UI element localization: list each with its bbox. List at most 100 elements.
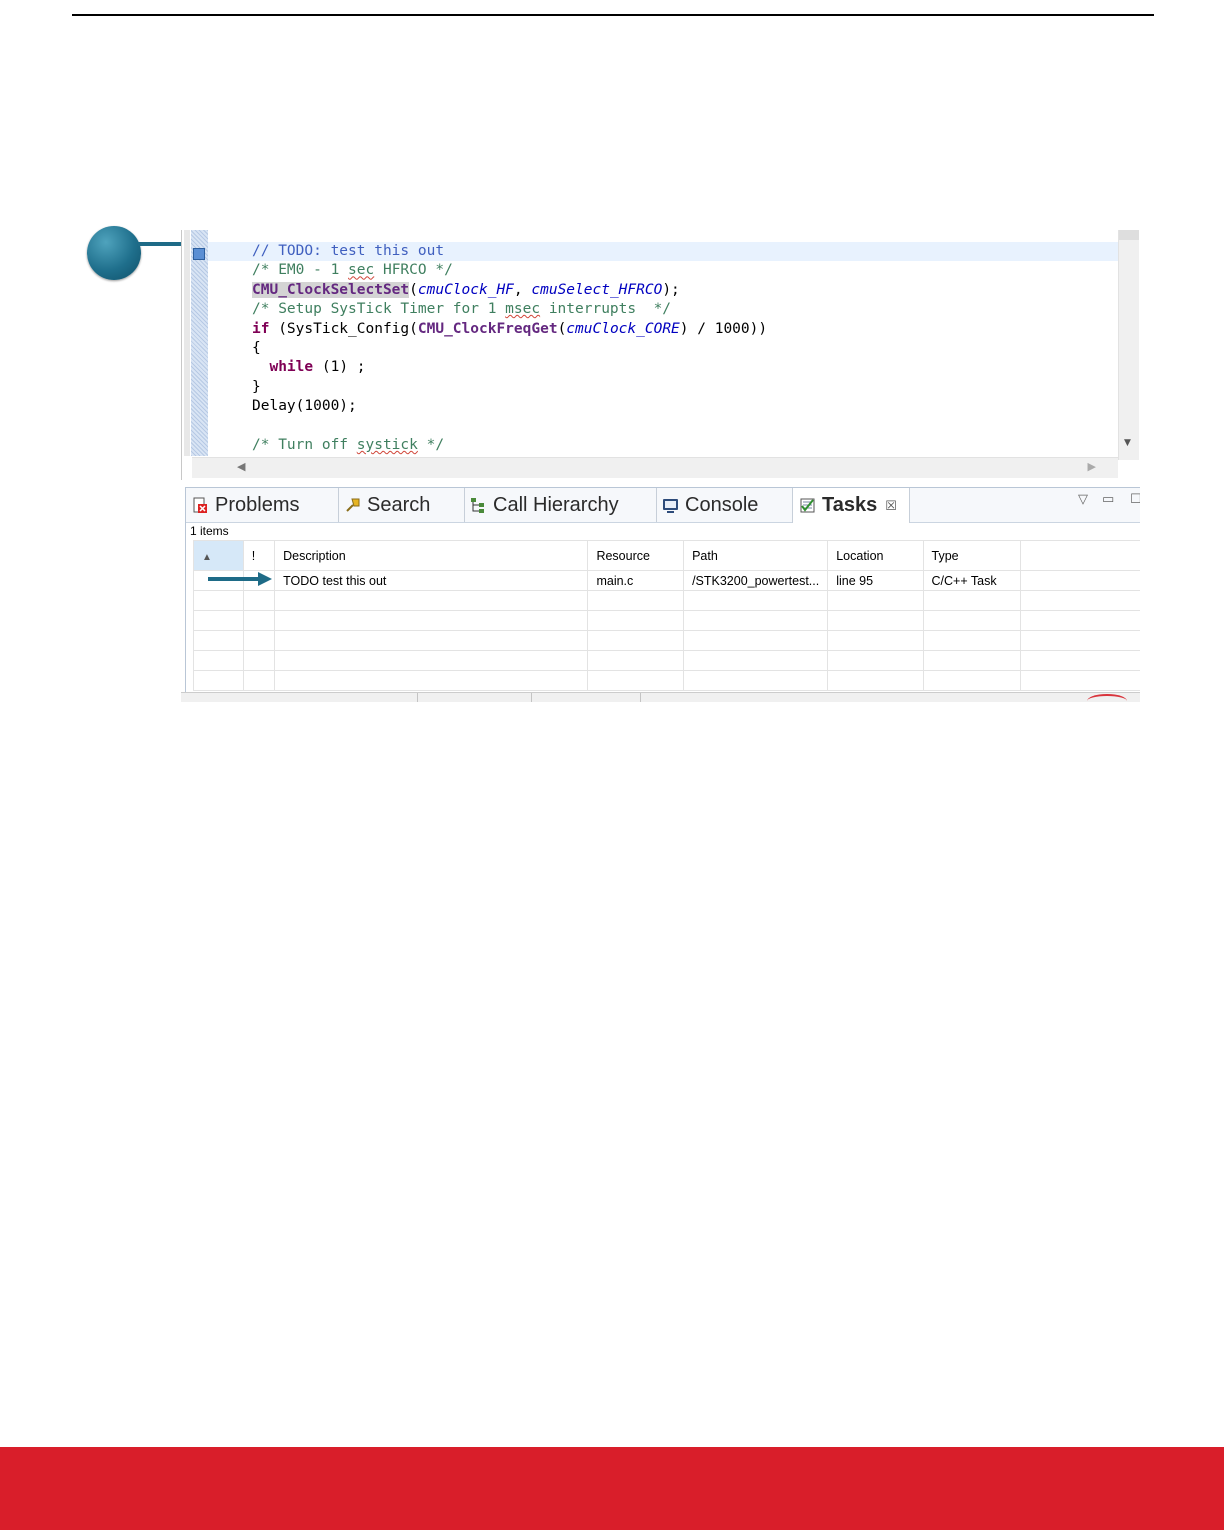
column-header-path[interactable]: Path	[683, 540, 829, 571]
bottom-views-panel: Problems Search Call Hierarchy Console T…	[185, 487, 1140, 697]
editor-overview-ruler[interactable]	[191, 230, 208, 456]
code-line[interactable]: }	[252, 378, 1118, 397]
column-header-filler	[1019, 540, 1140, 571]
code-token: (	[409, 281, 418, 298]
status-indicator-icon	[1087, 694, 1127, 702]
code-text[interactable]: // TODO: test this out /* EM0 - 1 sec HFR…	[208, 242, 1118, 455]
page-top-rule	[72, 14, 1154, 16]
ide-screenshot: // TODO: test this out /* EM0 - 1 sec HFR…	[181, 230, 1140, 702]
view-tab-bar: Problems Search Call Hierarchy Console T…	[186, 488, 1140, 523]
code-token: // TODO: test this out	[252, 243, 445, 259]
tab-label: Tasks	[822, 494, 878, 516]
table-row-empty	[193, 590, 1140, 611]
tab-label: Call Hierarchy	[493, 493, 619, 516]
status-bar	[181, 692, 1140, 702]
view-menu-icon[interactable]: ▽	[1078, 492, 1088, 507]
items-count-label: 1 items	[190, 524, 229, 538]
code-token: CMU_ClockFreqGet	[417, 320, 558, 337]
code-token: systick	[356, 436, 418, 453]
code-line[interactable]: while (1) ;	[252, 358, 1118, 377]
callout-arrow-icon	[208, 572, 272, 586]
code-line[interactable]: /* Turn off systick */	[252, 436, 1118, 455]
tab-search[interactable]: Search	[338, 488, 465, 522]
table-row-empty	[193, 630, 1140, 651]
callout-marker	[87, 226, 141, 280]
task-marker-icon[interactable]	[193, 248, 205, 260]
code-token: /* EM0 - 1	[252, 262, 349, 279]
task-filler-cell	[1019, 570, 1140, 591]
close-tab-icon[interactable]: ☒	[885, 498, 897, 514]
search-icon	[346, 498, 360, 512]
table-row-empty	[193, 610, 1140, 631]
table-row[interactable]: TODO test this out main.c /STK3200_power…	[193, 570, 1140, 591]
code-editor[interactable]: // TODO: test this out /* EM0 - 1 sec HFR…	[181, 230, 1140, 480]
tab-label: Console	[685, 493, 759, 516]
code-token: CMU_ClockSelectSet	[252, 281, 410, 298]
tab-console[interactable]: Console	[656, 488, 793, 522]
code-token: interrupts */	[540, 301, 672, 318]
code-token: while	[269, 359, 314, 376]
task-resource-cell: main.c	[587, 570, 685, 591]
code-line[interactable]: /* EM0 - 1 sec HFRCO */	[252, 261, 1118, 280]
column-header-type[interactable]: Type	[922, 540, 1021, 571]
code-token: cmuClock_HF	[417, 281, 514, 298]
sort-ascending-icon: ▲	[202, 551, 212, 563]
column-header-description[interactable]: Description	[274, 540, 589, 571]
tab-tasks[interactable]: Tasks ☒	[792, 488, 910, 523]
code-token: );	[662, 281, 680, 298]
tab-label: Search	[367, 493, 431, 516]
task-description-cell: TODO test this out	[274, 570, 589, 591]
code-token: */	[417, 436, 445, 453]
code-token: (1) ;	[313, 359, 366, 376]
editor-left-gutter	[184, 230, 190, 456]
code-token: /* Turn off	[252, 436, 357, 453]
code-line[interactable]: /* Setup SysTick Timer for 1 msec interr…	[252, 300, 1118, 319]
scroll-thumb[interactable]	[1119, 230, 1139, 240]
console-icon	[663, 498, 678, 513]
code-token: HFRCO */	[374, 262, 453, 279]
scroll-right-arrow-icon[interactable]: ▶	[1088, 460, 1096, 473]
task-location-cell: line 95	[827, 570, 924, 591]
scroll-left-arrow-icon[interactable]: ◀	[237, 460, 245, 473]
code-line[interactable]: // TODO: test this out	[208, 242, 1118, 262]
code-token: (	[557, 320, 567, 337]
code-token: /* Setup SysTick Timer for 1	[252, 301, 506, 318]
code-token: cmuClock_CORE	[566, 320, 680, 337]
editor-vertical-scrollbar[interactable]: ▼	[1118, 230, 1139, 460]
tasks-table: ▲ ! Description Resource Path Location T…	[193, 540, 1140, 691]
tab-problems[interactable]: Problems	[186, 488, 339, 522]
column-header-priority[interactable]: !	[242, 540, 276, 571]
table-header-row: ▲ ! Description Resource Path Location T…	[193, 540, 1140, 571]
column-header-resource[interactable]: Resource	[587, 540, 685, 571]
column-header-location[interactable]: Location	[827, 540, 924, 571]
tab-call-hierarchy[interactable]: Call Hierarchy	[464, 488, 657, 522]
code-line[interactable]: if (SysTick_Config(CMU_ClockFreqGet(cmuC…	[252, 320, 1118, 339]
code-token: (SysTick_Config(	[269, 320, 418, 337]
problems-icon	[193, 497, 207, 513]
task-type-cell: C/C++ Task	[922, 570, 1021, 591]
scroll-down-arrow-icon[interactable]: ▼	[1124, 438, 1131, 448]
code-line[interactable]: CMU_ClockSelectSet(cmuClock_HF, cmuSelec…	[252, 281, 1118, 300]
code-line[interactable]	[252, 417, 1118, 436]
call-hierarchy-icon	[471, 497, 484, 513]
editor-horizontal-scrollbar[interactable]: ◀ ▶	[192, 457, 1118, 478]
tab-label: Problems	[215, 493, 300, 516]
code-token: }	[252, 378, 261, 395]
minimize-view-icon[interactable]: ▭	[1102, 492, 1114, 507]
code-token: cmuSelect_HFRCO	[531, 281, 663, 298]
code-token: msec	[505, 301, 541, 318]
table-row-empty	[193, 650, 1140, 671]
code-token: {	[252, 339, 261, 356]
maximize-view-icon[interactable]: ☐	[1130, 492, 1140, 507]
column-header-sort[interactable]: ▲	[193, 540, 244, 571]
code-token: Delay(1000);	[252, 398, 357, 415]
code-token: ) / 1000))	[679, 320, 768, 337]
page-footer-band	[0, 1447, 1224, 1530]
code-token: sec	[348, 262, 375, 279]
task-path-cell: /STK3200_powertest...	[683, 570, 829, 591]
code-line[interactable]: Delay(1000);	[252, 397, 1118, 416]
code-token: ,	[513, 281, 532, 298]
code-line[interactable]: {	[252, 339, 1118, 358]
code-token: if	[252, 320, 270, 337]
